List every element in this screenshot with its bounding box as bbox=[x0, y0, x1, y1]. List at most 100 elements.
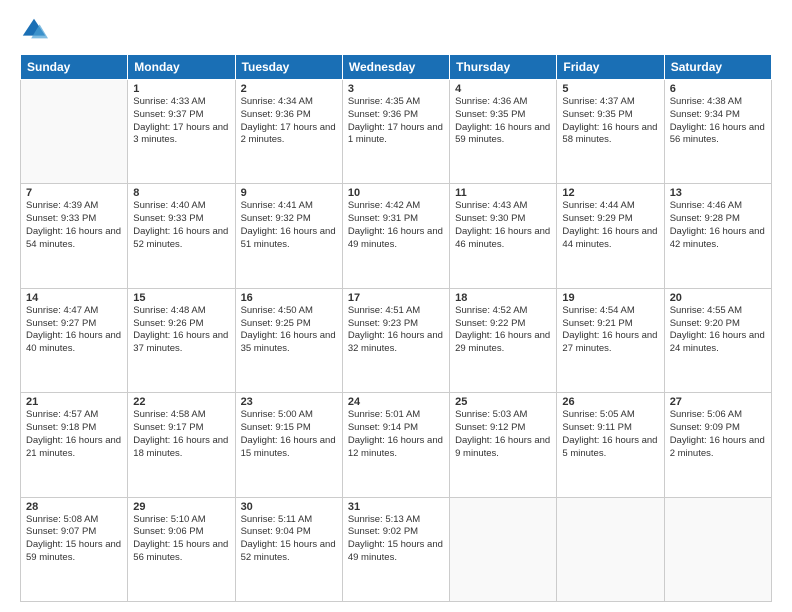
day-info: Sunrise: 4:35 AMSunset: 9:36 PMDaylight:… bbox=[348, 96, 444, 147]
calendar-cell: 28Sunrise: 5:08 AMSunset: 9:07 PMDayligh… bbox=[21, 497, 128, 601]
calendar-cell: 29Sunrise: 5:10 AMSunset: 9:06 PMDayligh… bbox=[128, 497, 235, 601]
day-info: Sunrise: 5:13 AMSunset: 9:02 PMDaylight:… bbox=[348, 514, 444, 565]
day-info: Sunrise: 4:48 AMSunset: 9:26 PMDaylight:… bbox=[133, 305, 229, 356]
calendar-cell: 5Sunrise: 4:37 AMSunset: 9:35 PMDaylight… bbox=[557, 80, 664, 184]
day-number: 24 bbox=[348, 396, 444, 408]
day-number: 19 bbox=[562, 292, 658, 304]
day-number: 29 bbox=[133, 501, 229, 513]
day-number: 21 bbox=[26, 396, 122, 408]
day-number: 1 bbox=[133, 83, 229, 95]
calendar-table: SundayMondayTuesdayWednesdayThursdayFrid… bbox=[20, 54, 772, 602]
calendar-cell: 21Sunrise: 4:57 AMSunset: 9:18 PMDayligh… bbox=[21, 393, 128, 497]
weekday-header: Wednesday bbox=[342, 55, 449, 80]
day-info: Sunrise: 4:42 AMSunset: 9:31 PMDaylight:… bbox=[348, 200, 444, 251]
calendar-cell: 20Sunrise: 4:55 AMSunset: 9:20 PMDayligh… bbox=[664, 288, 771, 392]
weekday-header: Saturday bbox=[664, 55, 771, 80]
calendar-cell: 17Sunrise: 4:51 AMSunset: 9:23 PMDayligh… bbox=[342, 288, 449, 392]
day-info: Sunrise: 5:01 AMSunset: 9:14 PMDaylight:… bbox=[348, 409, 444, 460]
day-number: 11 bbox=[455, 187, 551, 199]
calendar-cell bbox=[664, 497, 771, 601]
calendar-cell: 25Sunrise: 5:03 AMSunset: 9:12 PMDayligh… bbox=[450, 393, 557, 497]
calendar-cell: 26Sunrise: 5:05 AMSunset: 9:11 PMDayligh… bbox=[557, 393, 664, 497]
calendar-cell: 7Sunrise: 4:39 AMSunset: 9:33 PMDaylight… bbox=[21, 184, 128, 288]
day-number: 12 bbox=[562, 187, 658, 199]
day-number: 22 bbox=[133, 396, 229, 408]
page: SundayMondayTuesdayWednesdayThursdayFrid… bbox=[0, 0, 792, 612]
calendar-cell: 13Sunrise: 4:46 AMSunset: 9:28 PMDayligh… bbox=[664, 184, 771, 288]
day-number: 30 bbox=[241, 501, 337, 513]
calendar-week-row: 14Sunrise: 4:47 AMSunset: 9:27 PMDayligh… bbox=[21, 288, 772, 392]
calendar-cell: 8Sunrise: 4:40 AMSunset: 9:33 PMDaylight… bbox=[128, 184, 235, 288]
day-number: 9 bbox=[241, 187, 337, 199]
day-number: 31 bbox=[348, 501, 444, 513]
calendar-cell: 22Sunrise: 4:58 AMSunset: 9:17 PMDayligh… bbox=[128, 393, 235, 497]
weekday-header: Tuesday bbox=[235, 55, 342, 80]
weekday-header: Thursday bbox=[450, 55, 557, 80]
calendar-cell: 27Sunrise: 5:06 AMSunset: 9:09 PMDayligh… bbox=[664, 393, 771, 497]
day-info: Sunrise: 4:58 AMSunset: 9:17 PMDaylight:… bbox=[133, 409, 229, 460]
calendar-cell: 6Sunrise: 4:38 AMSunset: 9:34 PMDaylight… bbox=[664, 80, 771, 184]
day-info: Sunrise: 4:40 AMSunset: 9:33 PMDaylight:… bbox=[133, 200, 229, 251]
day-info: Sunrise: 5:05 AMSunset: 9:11 PMDaylight:… bbox=[562, 409, 658, 460]
day-number: 27 bbox=[670, 396, 766, 408]
day-number: 8 bbox=[133, 187, 229, 199]
calendar-cell bbox=[450, 497, 557, 601]
weekday-header-row: SundayMondayTuesdayWednesdayThursdayFrid… bbox=[21, 55, 772, 80]
calendar-cell: 1Sunrise: 4:33 AMSunset: 9:37 PMDaylight… bbox=[128, 80, 235, 184]
day-info: Sunrise: 4:54 AMSunset: 9:21 PMDaylight:… bbox=[562, 305, 658, 356]
calendar-week-row: 21Sunrise: 4:57 AMSunset: 9:18 PMDayligh… bbox=[21, 393, 772, 497]
day-info: Sunrise: 4:41 AMSunset: 9:32 PMDaylight:… bbox=[241, 200, 337, 251]
day-number: 4 bbox=[455, 83, 551, 95]
day-info: Sunrise: 4:33 AMSunset: 9:37 PMDaylight:… bbox=[133, 96, 229, 147]
logo-icon bbox=[20, 16, 48, 44]
header bbox=[20, 16, 772, 44]
day-number: 26 bbox=[562, 396, 658, 408]
day-info: Sunrise: 4:55 AMSunset: 9:20 PMDaylight:… bbox=[670, 305, 766, 356]
calendar-week-row: 28Sunrise: 5:08 AMSunset: 9:07 PMDayligh… bbox=[21, 497, 772, 601]
calendar-cell: 9Sunrise: 4:41 AMSunset: 9:32 PMDaylight… bbox=[235, 184, 342, 288]
day-info: Sunrise: 4:57 AMSunset: 9:18 PMDaylight:… bbox=[26, 409, 122, 460]
day-number: 6 bbox=[670, 83, 766, 95]
calendar-cell: 15Sunrise: 4:48 AMSunset: 9:26 PMDayligh… bbox=[128, 288, 235, 392]
day-info: Sunrise: 4:46 AMSunset: 9:28 PMDaylight:… bbox=[670, 200, 766, 251]
calendar-cell: 14Sunrise: 4:47 AMSunset: 9:27 PMDayligh… bbox=[21, 288, 128, 392]
day-number: 10 bbox=[348, 187, 444, 199]
day-info: Sunrise: 4:43 AMSunset: 9:30 PMDaylight:… bbox=[455, 200, 551, 251]
calendar-cell: 30Sunrise: 5:11 AMSunset: 9:04 PMDayligh… bbox=[235, 497, 342, 601]
calendar-cell: 23Sunrise: 5:00 AMSunset: 9:15 PMDayligh… bbox=[235, 393, 342, 497]
day-info: Sunrise: 4:44 AMSunset: 9:29 PMDaylight:… bbox=[562, 200, 658, 251]
day-info: Sunrise: 4:37 AMSunset: 9:35 PMDaylight:… bbox=[562, 96, 658, 147]
day-info: Sunrise: 5:03 AMSunset: 9:12 PMDaylight:… bbox=[455, 409, 551, 460]
calendar-cell: 19Sunrise: 4:54 AMSunset: 9:21 PMDayligh… bbox=[557, 288, 664, 392]
day-number: 7 bbox=[26, 187, 122, 199]
calendar-cell bbox=[557, 497, 664, 601]
calendar-cell: 16Sunrise: 4:50 AMSunset: 9:25 PMDayligh… bbox=[235, 288, 342, 392]
day-info: Sunrise: 4:51 AMSunset: 9:23 PMDaylight:… bbox=[348, 305, 444, 356]
day-number: 17 bbox=[348, 292, 444, 304]
day-info: Sunrise: 5:06 AMSunset: 9:09 PMDaylight:… bbox=[670, 409, 766, 460]
day-number: 18 bbox=[455, 292, 551, 304]
day-info: Sunrise: 4:50 AMSunset: 9:25 PMDaylight:… bbox=[241, 305, 337, 356]
day-info: Sunrise: 5:00 AMSunset: 9:15 PMDaylight:… bbox=[241, 409, 337, 460]
day-number: 5 bbox=[562, 83, 658, 95]
calendar-week-row: 1Sunrise: 4:33 AMSunset: 9:37 PMDaylight… bbox=[21, 80, 772, 184]
day-info: Sunrise: 4:52 AMSunset: 9:22 PMDaylight:… bbox=[455, 305, 551, 356]
weekday-header: Sunday bbox=[21, 55, 128, 80]
logo bbox=[20, 16, 52, 44]
calendar-cell: 2Sunrise: 4:34 AMSunset: 9:36 PMDaylight… bbox=[235, 80, 342, 184]
day-info: Sunrise: 4:47 AMSunset: 9:27 PMDaylight:… bbox=[26, 305, 122, 356]
calendar-cell: 12Sunrise: 4:44 AMSunset: 9:29 PMDayligh… bbox=[557, 184, 664, 288]
day-info: Sunrise: 5:08 AMSunset: 9:07 PMDaylight:… bbox=[26, 514, 122, 565]
calendar-cell: 24Sunrise: 5:01 AMSunset: 9:14 PMDayligh… bbox=[342, 393, 449, 497]
day-number: 23 bbox=[241, 396, 337, 408]
weekday-header: Monday bbox=[128, 55, 235, 80]
day-number: 2 bbox=[241, 83, 337, 95]
day-info: Sunrise: 4:38 AMSunset: 9:34 PMDaylight:… bbox=[670, 96, 766, 147]
day-info: Sunrise: 4:34 AMSunset: 9:36 PMDaylight:… bbox=[241, 96, 337, 147]
day-info: Sunrise: 4:39 AMSunset: 9:33 PMDaylight:… bbox=[26, 200, 122, 251]
calendar-cell: 11Sunrise: 4:43 AMSunset: 9:30 PMDayligh… bbox=[450, 184, 557, 288]
calendar-week-row: 7Sunrise: 4:39 AMSunset: 9:33 PMDaylight… bbox=[21, 184, 772, 288]
calendar-cell: 3Sunrise: 4:35 AMSunset: 9:36 PMDaylight… bbox=[342, 80, 449, 184]
day-number: 16 bbox=[241, 292, 337, 304]
day-number: 14 bbox=[26, 292, 122, 304]
